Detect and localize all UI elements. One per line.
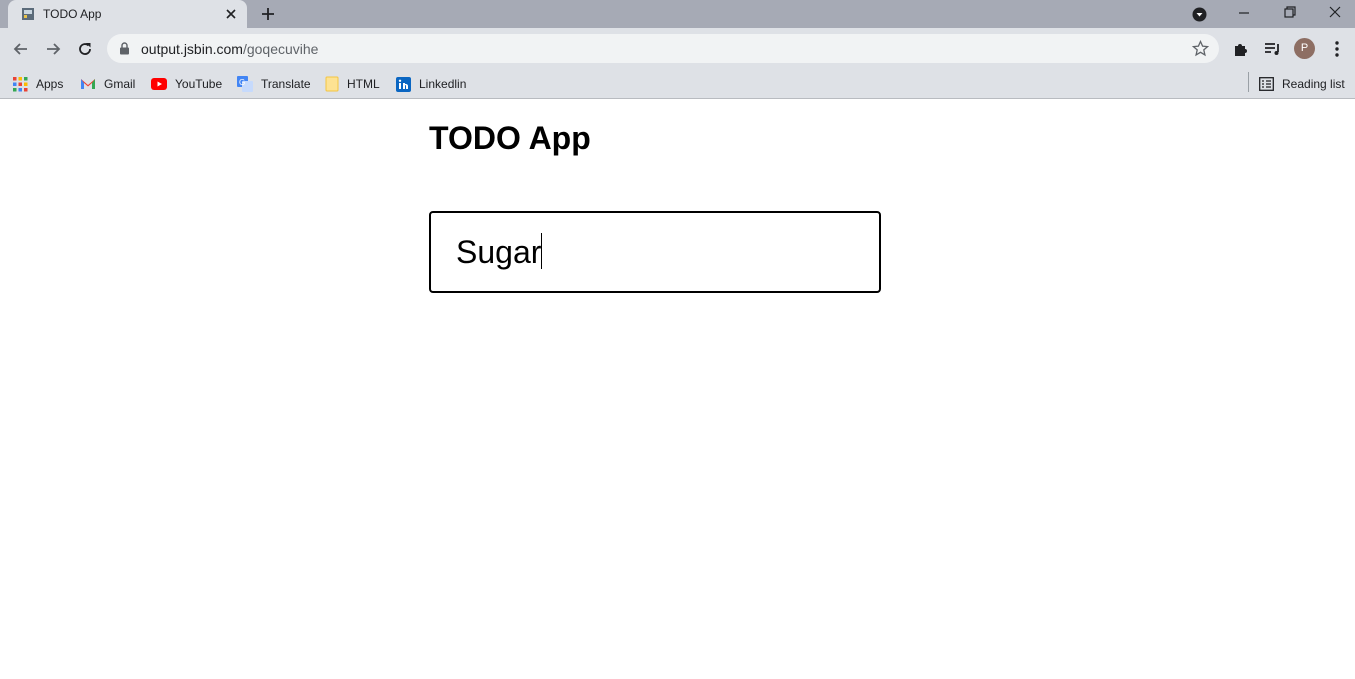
todo-input-value: Sugar <box>456 233 543 271</box>
close-tab-icon[interactable] <box>223 6 239 22</box>
reading-list-label: Reading list <box>1282 77 1345 91</box>
page-title: TODO App <box>429 120 591 156</box>
tab-strip: TODO App <box>0 0 1355 28</box>
apps-grid-icon <box>13 76 28 91</box>
back-arrow-icon[interactable] <box>11 39 31 59</box>
bookmark-label: Linkedlin <box>419 77 467 91</box>
profile-avatar[interactable]: P <box>1294 38 1315 59</box>
bookmarks-divider <box>1248 72 1249 92</box>
bookmark-linkedin[interactable]: Linkedlin <box>396 74 466 94</box>
media-queue-icon[interactable] <box>1263 39 1283 59</box>
tab-search-icon[interactable] <box>1192 7 1207 22</box>
bookmark-star-icon[interactable] <box>1192 40 1209 57</box>
text-caret <box>541 233 543 269</box>
gmail-icon <box>81 79 95 89</box>
reading-list-button[interactable]: Reading list <box>1259 74 1345 94</box>
folder-icon <box>325 76 339 92</box>
linkedin-icon <box>396 76 411 92</box>
tab-title: TODO App <box>43 7 102 21</box>
address-bar[interactable]: output.jsbin.com/goqecuvihe <box>107 34 1219 63</box>
jsbin-favicon-icon <box>22 8 34 20</box>
url-path: /goqecuvihe <box>242 41 319 57</box>
bookmark-gmail[interactable]: Gmail <box>80 74 135 94</box>
youtube-icon <box>151 78 167 90</box>
reload-icon[interactable] <box>75 39 95 59</box>
url-text[interactable]: output.jsbin.com/goqecuvihe <box>141 41 318 57</box>
todo-input-text: Sugar <box>456 234 542 270</box>
todo-input[interactable]: Sugar <box>429 211 881 293</box>
bookmark-label: HTML <box>347 77 380 91</box>
bookmark-apps[interactable]: Apps <box>13 74 63 94</box>
bookmark-label: Apps <box>36 77 64 91</box>
bookmark-label: YouTube <box>175 77 223 91</box>
bookmark-html-folder[interactable]: HTML <box>325 74 380 94</box>
page-content: TODO App Sugar <box>0 100 1355 679</box>
new-tab-plus-icon[interactable] <box>260 6 276 22</box>
browser-toolbar: output.jsbin.com/goqecuvihe P <box>0 28 1355 70</box>
restore-icon[interactable] <box>1282 4 1298 20</box>
translate-icon: G <box>237 76 253 92</box>
bookmark-label: Translate <box>261 77 311 91</box>
bookmark-label: Gmail <box>104 77 136 91</box>
bookmarks-bar: Apps Gmail YouTube G Translate HTML Link… <box>0 70 1355 99</box>
svg-text:G: G <box>239 78 245 87</box>
minimize-icon[interactable] <box>1236 5 1252 21</box>
url-host: output.jsbin.com <box>141 41 243 57</box>
forward-arrow-icon[interactable] <box>43 39 63 59</box>
window-close-icon[interactable] <box>1327 4 1343 20</box>
bookmark-translate[interactable]: G Translate <box>237 74 311 94</box>
kebab-menu-icon[interactable] <box>1327 39 1347 59</box>
lock-icon[interactable] <box>119 42 130 55</box>
extensions-puzzle-icon[interactable] <box>1231 39 1251 59</box>
bookmark-youtube[interactable]: YouTube <box>151 74 222 94</box>
reading-list-icon <box>1259 77 1274 91</box>
browser-tab[interactable]: TODO App <box>8 0 247 28</box>
